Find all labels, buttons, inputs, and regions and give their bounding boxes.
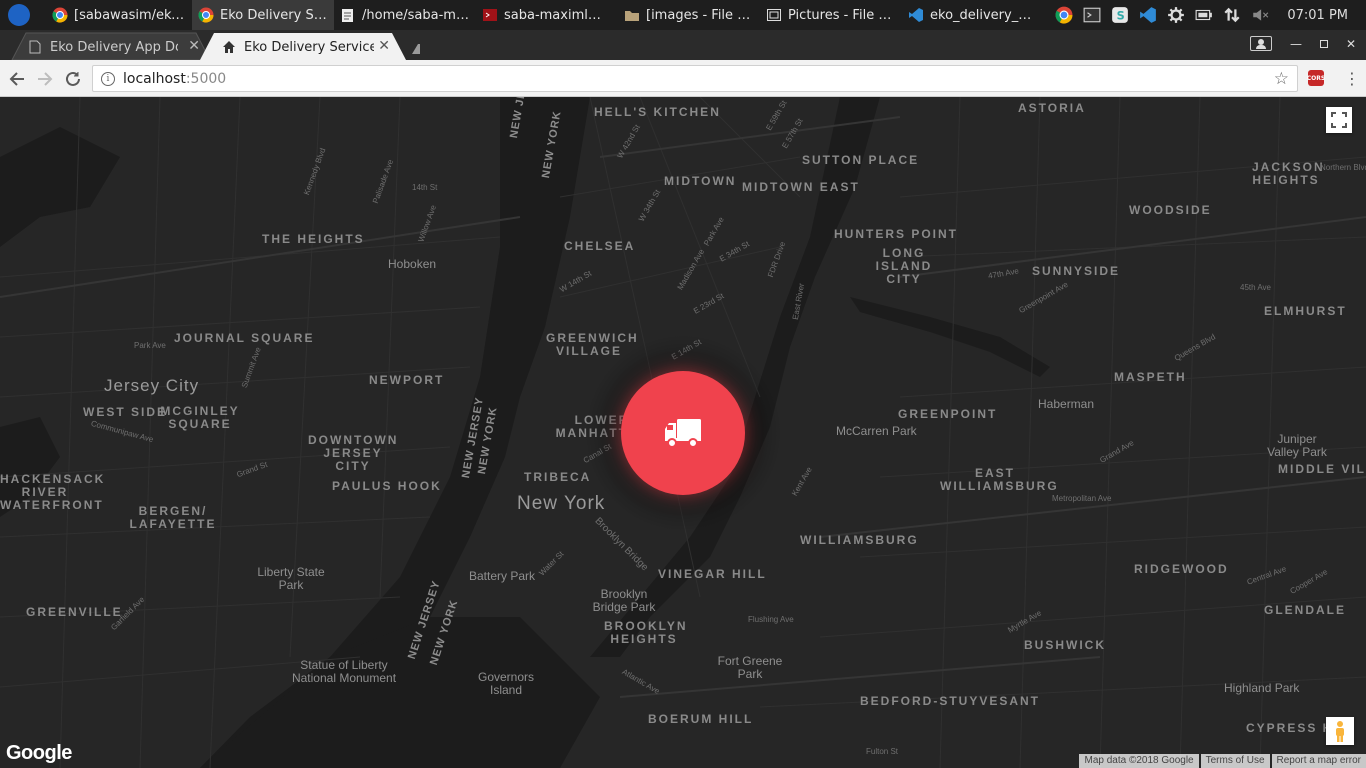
taskbar-app-label: Eko Delivery Serv... [220, 7, 328, 23]
chrome-icon [198, 7, 214, 23]
forward-arrow-icon[interactable] [34, 68, 56, 90]
maximize-icon[interactable] [1319, 39, 1328, 48]
taskbar-app-2[interactable]: /home/saba-max... [334, 0, 476, 30]
app-launcher-button[interactable] [0, 0, 46, 30]
taskbar-app-label: Pictures - File Ma... [788, 7, 896, 23]
new-tab-button[interactable] [412, 42, 442, 56]
taskbar-app-6[interactable]: eko_delivery_app... [902, 0, 1044, 30]
cors-extension-icon[interactable]: CORS [1307, 70, 1325, 86]
truck-icon [665, 419, 701, 448]
tab-docs[interactable]: Eko Delivery App Doc ✕ [0, 33, 210, 60]
reload-icon[interactable] [62, 68, 84, 90]
browser-toolbar: i localhost:5000 ☆ CORS ⋮ [0, 60, 1366, 97]
url-host: localhost [123, 70, 186, 87]
fullscreen-button[interactable] [1326, 107, 1352, 133]
window-controls: — ✕ [1249, 36, 1356, 51]
xfce-mouse-icon [8, 4, 30, 26]
taskbar-app-label: [sabawasim/eko_... [74, 7, 186, 23]
volume-muted-icon[interactable] [1251, 6, 1269, 24]
tab-title: Eko Delivery Service [244, 40, 374, 55]
minimize-icon[interactable]: — [1290, 37, 1302, 51]
taskbar-app-label: /home/saba-max... [362, 7, 470, 23]
terminal-icon [482, 7, 498, 23]
clock[interactable]: 07:01 PM [1287, 8, 1348, 23]
folder-icon [624, 7, 640, 23]
site-info-icon[interactable]: i [101, 71, 115, 86]
taskbar-app-label: eko_delivery_app... [930, 7, 1038, 23]
battery-icon[interactable] [1195, 6, 1213, 24]
taskbar-app-1[interactable]: Eko Delivery Serv... [192, 0, 334, 30]
back-arrow-icon[interactable] [6, 68, 28, 90]
map-attribution: Map data ©2018 Google Terms of Use Repor… [1077, 754, 1366, 768]
close-window-icon[interactable]: ✕ [1346, 37, 1356, 51]
os-taskbar: [sabawasim/eko_... Eko Delivery Serv... … [0, 0, 1366, 30]
map-data-text: Map data ©2018 Google [1079, 754, 1199, 768]
taskbar-app-label: [images - File Ma... [646, 7, 754, 23]
tab-title: Eko Delivery App Doc [50, 40, 178, 55]
pegman-icon [1336, 721, 1344, 742]
map-canvas[interactable]: HELL'S KITCHEN ASTORIA SUTTON PLACE MIDT… [0, 97, 1366, 768]
chrome-icon [52, 7, 68, 23]
bookmark-star-icon[interactable]: ☆ [1274, 69, 1289, 89]
system-tray: S 07:01 PM [1055, 0, 1366, 30]
text-editor-icon [340, 7, 356, 23]
terminal-tray-icon[interactable] [1083, 6, 1101, 24]
google-logo[interactable]: Google [6, 742, 72, 765]
svg-text:S: S [1117, 10, 1125, 23]
taskbar-app-0[interactable]: [sabawasim/eko_... [46, 0, 192, 30]
slack-icon[interactable]: S [1111, 6, 1129, 24]
terms-of-use-link[interactable]: Terms of Use [1200, 754, 1270, 768]
browser-tab-strip: Eko Delivery App Doc ✕ Eko Delivery Serv… [0, 30, 1366, 60]
chrome-tray-icon[interactable] [1055, 6, 1073, 24]
taskbar-app-5[interactable]: Pictures - File Ma... [760, 0, 902, 30]
settings-gear-icon[interactable] [1167, 6, 1185, 24]
home-icon [222, 40, 236, 54]
vscode-tray-icon[interactable] [1139, 6, 1157, 24]
chrome-menu-icon[interactable]: ⋮ [1344, 69, 1360, 88]
report-map-error-link[interactable]: Report a map error [1271, 754, 1366, 768]
image-viewer-icon [766, 7, 782, 23]
address-bar[interactable]: i localhost:5000 ☆ [92, 65, 1298, 92]
document-icon [28, 40, 42, 54]
profile-icon[interactable] [1249, 36, 1272, 51]
taskbar-app-4[interactable]: [images - File Ma... [618, 0, 760, 30]
taskbar-app-label: saba-maximl@sa... [504, 7, 612, 23]
delivery-marker[interactable] [621, 371, 745, 495]
taskbar-app-3[interactable]: saba-maximl@sa... [476, 0, 618, 30]
vscode-icon [908, 7, 924, 23]
url-port: :5000 [185, 70, 227, 87]
street-view-pegman-button[interactable] [1326, 717, 1354, 745]
tab-eko-delivery-service[interactable]: Eko Delivery Service ✕ [194, 33, 406, 60]
fullscreen-icon [1331, 112, 1347, 128]
network-icon[interactable] [1223, 6, 1241, 24]
close-tab-icon[interactable]: ✕ [378, 38, 390, 54]
